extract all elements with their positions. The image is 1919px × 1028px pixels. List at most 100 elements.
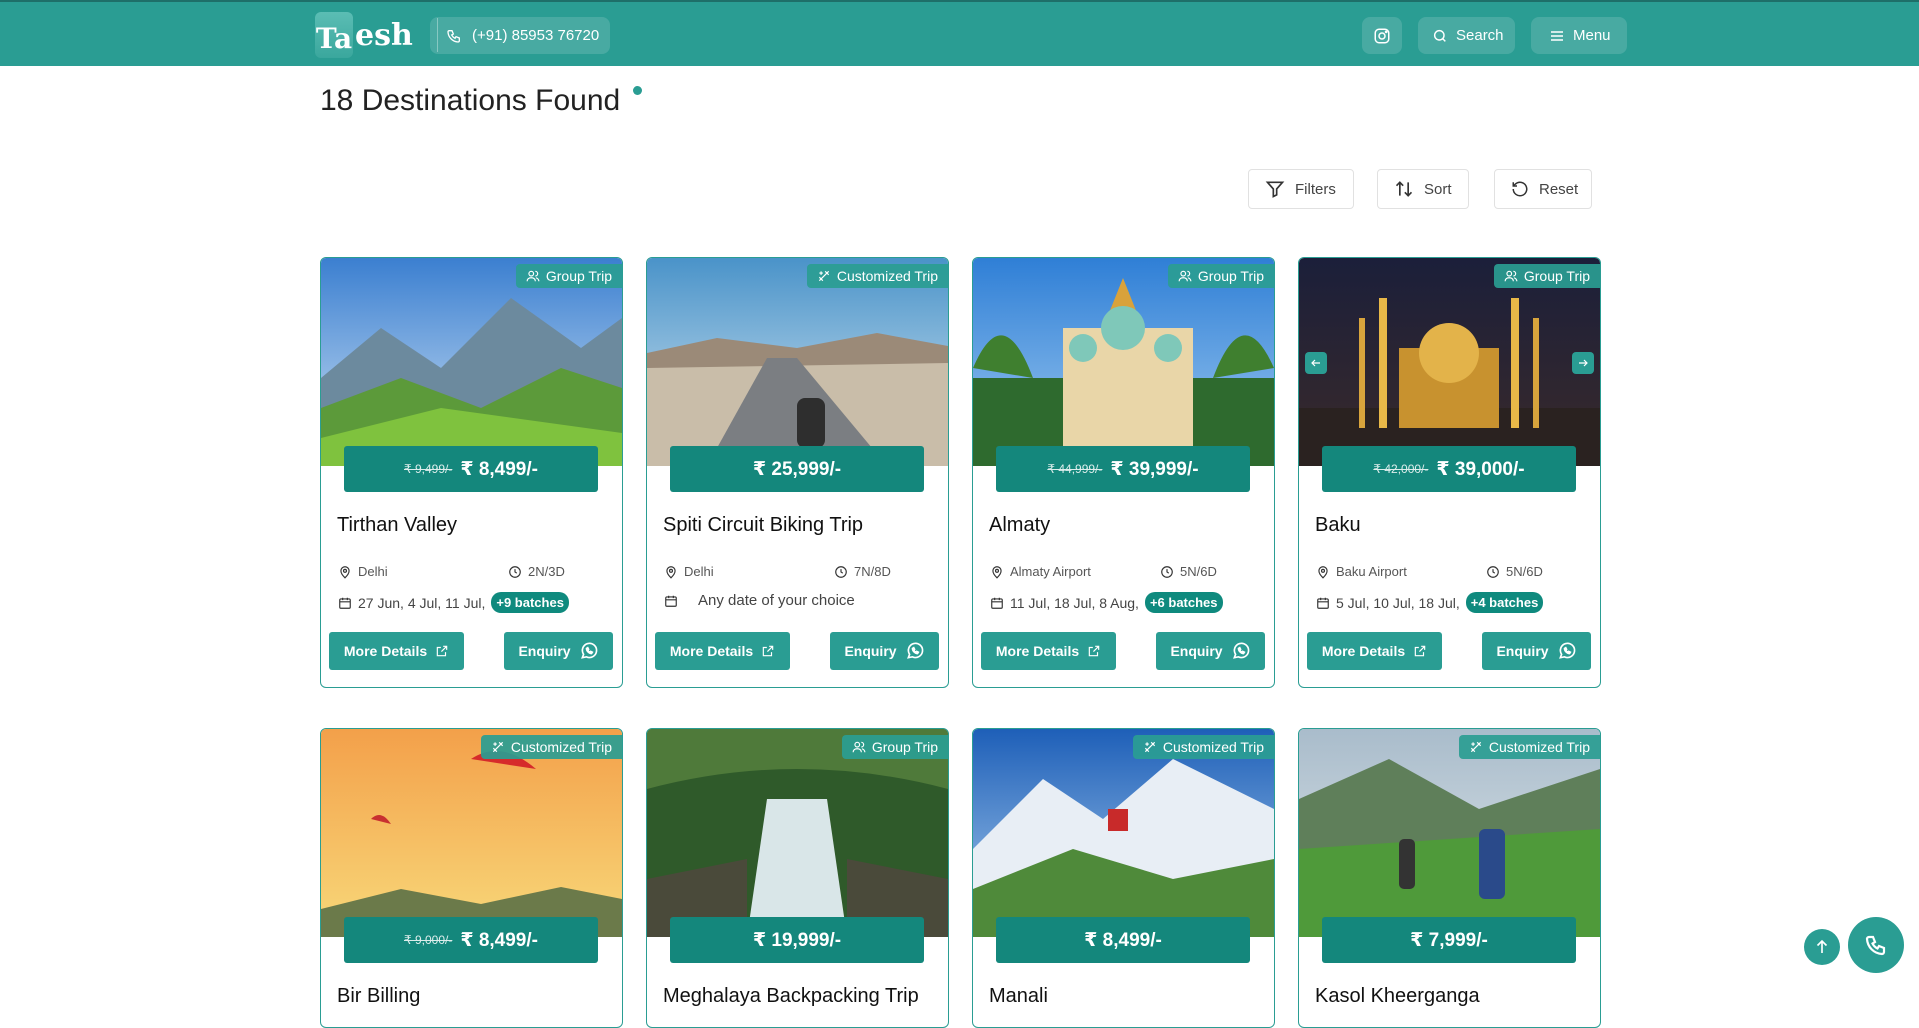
- trip-photo[interactable]: [647, 258, 948, 466]
- current-price: ₹ 8,499/-: [1084, 929, 1162, 951]
- phone-icon: [1865, 935, 1886, 956]
- batches-badge[interactable]: +6 batches: [1144, 592, 1223, 613]
- duration-text: 2N/3D: [528, 564, 565, 579]
- trip-card[interactable]: Customized Trip ₹ 25,999/- Spiti Circuit…: [646, 257, 949, 688]
- trip-photo[interactable]: [647, 729, 948, 937]
- heading-dot: [633, 86, 642, 95]
- phone-icon: [447, 29, 460, 43]
- sort-button[interactable]: Sort: [1377, 169, 1469, 209]
- trip-type-badge: Group Trip: [1167, 264, 1274, 288]
- trip-photo[interactable]: [973, 258, 1274, 466]
- trip-type-badge: Customized Trip: [1132, 735, 1274, 759]
- trip-location: Almaty Airport: [990, 564, 1091, 579]
- current-price: ₹ 39,999/-: [1110, 458, 1199, 480]
- duration-text: 7N/8D: [854, 564, 891, 579]
- results-heading: 18 Destinations Found: [320, 84, 621, 117]
- external-link-icon: [762, 645, 774, 657]
- more-details-label: More Details: [669, 643, 754, 659]
- enquiry-button[interactable]: Enquiry: [1156, 632, 1265, 670]
- location-pin-icon: [666, 565, 676, 579]
- trip-card[interactable]: Customized Trip ₹ 9,000/- ₹ 8,499/- Bir …: [320, 728, 623, 1028]
- calendar-icon: [339, 597, 351, 609]
- whatsapp-icon: [580, 642, 597, 659]
- trip-photo[interactable]: [321, 729, 622, 937]
- phone-link[interactable]: (+91) 85953 76720: [430, 17, 610, 54]
- original-price: ₹ 44,999/-: [1047, 462, 1103, 476]
- filters-button[interactable]: Filters: [1248, 169, 1354, 209]
- badge-label: Customized Trip: [836, 268, 938, 284]
- badge-label: Group Trip: [545, 268, 612, 284]
- trip-card[interactable]: Customized Trip ₹ 8,499/- Manali: [972, 728, 1275, 1028]
- original-price: ₹ 42,000/-: [1373, 462, 1429, 476]
- enquiry-label: Enquiry: [1170, 643, 1223, 659]
- trip-photo[interactable]: [1299, 258, 1600, 466]
- more-details-button[interactable]: More Details: [981, 632, 1116, 670]
- reset-button[interactable]: Reset: [1494, 169, 1592, 209]
- more-details-button[interactable]: More Details: [1307, 632, 1442, 670]
- carousel-prev-button[interactable]: [1305, 352, 1327, 374]
- customize-icon: [492, 741, 503, 753]
- hamburger-icon: [1551, 30, 1563, 41]
- enquiry-label: Enquiry: [844, 643, 897, 659]
- trip-card[interactable]: Group Trip ₹ 42,000/- ₹ 39,000/- Baku Ba…: [1298, 257, 1601, 688]
- current-price: ₹ 8,499/-: [460, 458, 538, 480]
- trip-location: Delhi: [338, 564, 388, 579]
- trip-title: Bir Billing: [337, 985, 421, 1007]
- price-bar: ₹ 7,999/-: [1322, 917, 1576, 963]
- current-price: ₹ 25,999/-: [752, 458, 842, 480]
- more-details-button[interactable]: More Details: [655, 632, 790, 670]
- price-bar: ₹ 9,000/- ₹ 8,499/-: [344, 917, 598, 963]
- scroll-to-top-button[interactable]: [1804, 929, 1840, 965]
- arrow-left-icon: [1311, 359, 1320, 367]
- trip-photo[interactable]: [973, 729, 1274, 937]
- trip-title: Meghalaya Backpacking Trip: [663, 985, 919, 1007]
- trip-type-badge: Group Trip: [515, 264, 622, 288]
- external-link-icon: [436, 645, 448, 657]
- more-details-label: More Details: [343, 643, 428, 659]
- dates-text: Any date of your choice: [698, 592, 855, 609]
- carousel-next-button[interactable]: [1572, 352, 1594, 374]
- trip-dates: 11 Jul, 18 Jul, 8 Aug, +6 batches: [990, 592, 1223, 613]
- location-text: Delhi: [684, 564, 714, 579]
- trip-location: Delhi: [664, 564, 714, 579]
- trip-card[interactable]: Group Trip ₹ 44,999/- ₹ 39,999/- Almaty …: [972, 257, 1275, 688]
- group-icon: [1504, 270, 1518, 282]
- enquiry-label: Enquiry: [1496, 643, 1549, 659]
- instagram-button[interactable]: [1362, 17, 1402, 54]
- more-details-button[interactable]: More Details: [329, 632, 464, 670]
- top-navbar: Ta esh (+91) 85953 76720 Search Menu: [0, 0, 1919, 66]
- group-icon: [852, 741, 866, 753]
- enquiry-button[interactable]: Enquiry: [1482, 632, 1591, 670]
- arrow-up-icon: [1816, 939, 1828, 953]
- sort-label: Sort: [1424, 180, 1452, 198]
- trip-card[interactable]: Group Trip ₹ 19,999/- Meghalaya Backpack…: [646, 728, 949, 1028]
- search-label: Search: [1456, 27, 1504, 44]
- location-text: Delhi: [358, 564, 388, 579]
- clock-icon: [1487, 565, 1499, 578]
- enquiry-button[interactable]: Enquiry: [830, 632, 939, 670]
- trip-card[interactable]: Group Trip ₹ 9,499/- ₹ 8,499/- Tirthan V…: [320, 257, 623, 688]
- trip-type-badge: Customized Trip: [1458, 735, 1600, 759]
- enquiry-button[interactable]: Enquiry: [504, 632, 613, 670]
- trip-card[interactable]: Customized Trip ₹ 7,999/- Kasol Kheergan…: [1298, 728, 1601, 1028]
- trip-photo[interactable]: [321, 258, 622, 466]
- dates-text: 5 Jul, 10 Jul, 18 Jul,: [1336, 594, 1460, 611]
- call-button[interactable]: [1848, 917, 1904, 973]
- batches-badge[interactable]: +4 batches: [1465, 592, 1544, 613]
- batches-badge[interactable]: +9 batches: [491, 592, 569, 613]
- whatsapp-icon: [906, 642, 923, 659]
- price-bar: ₹ 25,999/-: [670, 446, 924, 492]
- external-link-icon: [1414, 645, 1426, 657]
- site-logo[interactable]: Ta esh: [315, 10, 438, 60]
- trip-duration: 5N/6D: [1486, 564, 1543, 579]
- search-button[interactable]: Search: [1418, 17, 1515, 54]
- trip-location: Baku Airport: [1316, 564, 1407, 579]
- trip-title: Baku: [1315, 514, 1361, 536]
- trip-photo[interactable]: [1299, 729, 1600, 937]
- badge-label: Customized Trip: [1488, 739, 1590, 755]
- location-text: Baku Airport: [1336, 564, 1407, 579]
- search-icon: [1433, 29, 1446, 42]
- customize-icon: [1470, 741, 1481, 753]
- current-price: ₹ 7,999/-: [1410, 929, 1488, 951]
- menu-button[interactable]: Menu: [1531, 17, 1627, 54]
